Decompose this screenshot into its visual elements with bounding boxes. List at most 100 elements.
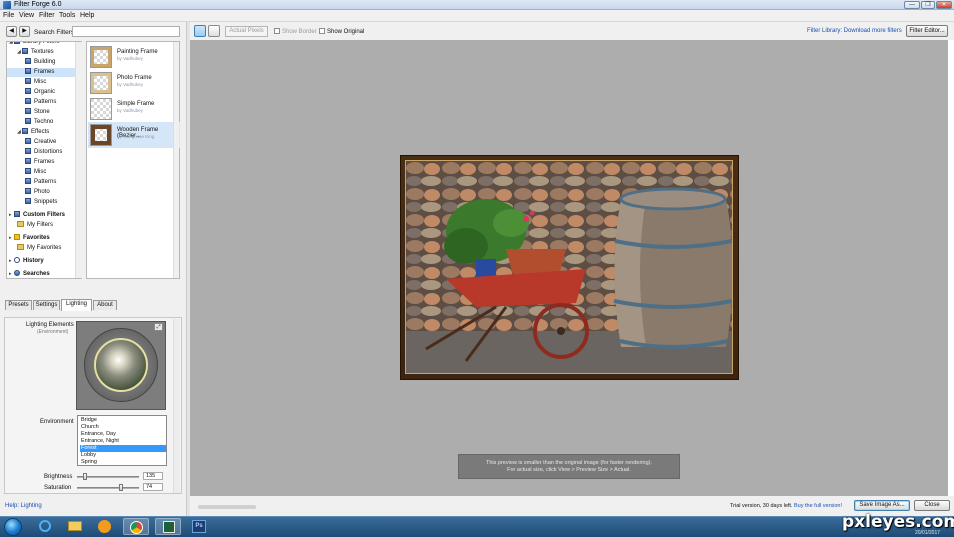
show-border-checkbox-box[interactable] (274, 28, 280, 34)
tree-item[interactable]: My Filters (7, 221, 76, 230)
settings-scrollbar[interactable] (173, 319, 180, 493)
filter-thumbnail-item[interactable]: Painting Frame by Vadhubey (88, 44, 180, 70)
menu-file[interactable]: File (3, 12, 14, 19)
tree-item-label: Stone (34, 109, 50, 115)
show-original-checkbox[interactable]: Show Original (319, 28, 364, 35)
tree-item[interactable]: ◢ Textures (7, 48, 76, 57)
filter-category-tree: ◢ Library Filters ◢ Textures Building Frames M… (6, 41, 82, 279)
tree-item[interactable]: Patterns (7, 178, 76, 187)
search-input[interactable] (72, 26, 180, 37)
tree-item[interactable]: Frames (7, 68, 76, 77)
tree-item-label: Effects (31, 129, 50, 135)
tree-item[interactable]: Misc (7, 78, 76, 87)
menu-help[interactable]: Help (80, 12, 94, 19)
actual-pixels-button[interactable]: Actual Pixels (225, 26, 268, 37)
tab-presets[interactable]: Presets (5, 300, 32, 310)
hand-tool-icon[interactable] (194, 25, 206, 37)
tree-item[interactable]: ◢ Effects (7, 128, 76, 137)
environment-option[interactable]: Forest (80, 445, 166, 452)
tree-item[interactable]: My Favorites (7, 244, 76, 253)
taskbar-filter-forge[interactable] (155, 518, 181, 535)
tree-item[interactable]: Stone (7, 108, 76, 117)
tree-item-label: Photo (34, 189, 50, 195)
taskbar-explorer[interactable] (62, 518, 88, 535)
show-original-checkbox-box[interactable] (319, 28, 325, 34)
tree-item[interactable]: Techno (7, 118, 76, 127)
tree-item[interactable]: Misc (7, 168, 76, 177)
environment-list[interactable]: Bridge Church Entrance, Day Entrance, Night… (77, 415, 167, 466)
zoom-tool-icon[interactable] (208, 25, 220, 37)
tree-item[interactable]: Organic (7, 88, 76, 97)
filter-preview-thumbnail (90, 98, 112, 120)
close-window-button[interactable]: ✕ (936, 1, 952, 9)
saturation-slider-knob[interactable] (119, 484, 123, 491)
brightness-label: Brightness (44, 474, 73, 480)
tree-item[interactable]: Frames (7, 158, 76, 167)
tree-item-label: Library Filters (23, 41, 60, 45)
close-button[interactable]: Close (914, 500, 950, 511)
filter-author: by Vadhubey (117, 108, 143, 113)
tree-item[interactable]: ▸ Favorites (7, 234, 76, 243)
brightness-slider-knob[interactable] (83, 473, 87, 480)
category-icon (25, 88, 31, 94)
saturation-value[interactable]: 74 (143, 483, 163, 491)
environment-option[interactable]: Church (80, 424, 166, 431)
tree-item[interactable]: ▸ Custom Filters (7, 211, 76, 220)
horizontal-scrollbar[interactable] (198, 505, 256, 509)
environment-option[interactable]: Entrance, Day (80, 431, 166, 438)
tab-lighting[interactable]: Lighting (61, 299, 92, 311)
filter-thumbnail-item[interactable]: Wooden Frame (Bezier... by Mongoose King (88, 122, 180, 148)
trial-text: Trial version, 30 days left. (730, 503, 793, 509)
tab-settings[interactable]: Settings (33, 300, 60, 310)
environment-option[interactable]: Entrance, Night (80, 438, 166, 445)
save-image-as-button[interactable]: Save Image As... (854, 500, 910, 511)
tree-item-label: Custom Filters (23, 212, 66, 218)
tree-item[interactable]: Patterns (7, 98, 76, 107)
minimize-button[interactable]: — (904, 1, 920, 9)
filter-author: by Vadhubey (117, 82, 143, 87)
filter-library-link[interactable]: Filter Library: Download more filters (807, 28, 902, 34)
menu-filter[interactable]: Filter (39, 12, 55, 19)
filter-thumbnail-item[interactable]: Photo Frame by Vadhubey (88, 70, 180, 96)
taskbar-chrome[interactable] (123, 518, 149, 535)
tree-item-label: Textures (31, 49, 54, 55)
forward-button[interactable]: ▶ (19, 26, 30, 37)
saturation-slider[interactable] (77, 487, 139, 489)
tree-item[interactable]: Building (7, 58, 76, 67)
tree-item[interactable]: Photo (7, 188, 76, 197)
menu-tools[interactable]: Tools (59, 12, 75, 19)
tree-item[interactable]: Snippets (7, 198, 76, 207)
thumbnail-scrollbar[interactable] (173, 42, 179, 278)
tree-item[interactable]: Creative (7, 138, 76, 147)
tree-item[interactable]: ▸ Searches (7, 270, 76, 278)
taskbar-photoshop[interactable]: Ps (186, 518, 212, 535)
environment-option[interactable]: Bridge (80, 417, 166, 424)
start-button-icon[interactable] (4, 518, 22, 536)
tree-scrollbar[interactable] (75, 42, 82, 278)
expand-preview-icon[interactable]: ⤢ (154, 323, 163, 331)
back-button[interactable]: ◀ (6, 26, 17, 37)
filter-thumbnail-item[interactable]: Simple Frame by Vadhubey (88, 96, 180, 122)
environment-option[interactable]: Spring (80, 459, 166, 466)
buy-full-version-link[interactable]: Buy the full version! (794, 503, 842, 509)
tree-item[interactable]: ▸ History (7, 257, 76, 266)
tree-item-label: Frames (34, 69, 55, 75)
help-link[interactable]: Help: Lighting (5, 503, 42, 509)
tree-item[interactable]: ◢ Library Filters (7, 41, 76, 47)
menu-view[interactable]: View (19, 12, 34, 19)
title-bar: Filter Forge 6.0 — ❐ ✕ (0, 0, 954, 10)
taskbar-ie[interactable] (32, 518, 58, 535)
filter-preview-thumbnail (90, 72, 112, 94)
search-icon (14, 270, 20, 276)
tree-item-label: Searches (23, 271, 50, 277)
tree-item-label: Misc (34, 169, 47, 175)
taskbar-media-player[interactable] (92, 518, 118, 535)
filter-editor-button[interactable]: Filter Editor... (906, 25, 948, 37)
tree-item[interactable]: Distortions (7, 148, 76, 157)
environment-option[interactable]: Lobby (80, 452, 166, 459)
show-border-checkbox[interactable]: Show Border (274, 28, 317, 35)
maximize-button[interactable]: ❐ (921, 1, 935, 9)
brightness-value[interactable]: 135 (143, 472, 163, 480)
tab-about[interactable]: About (93, 300, 117, 310)
star-icon (14, 234, 20, 240)
